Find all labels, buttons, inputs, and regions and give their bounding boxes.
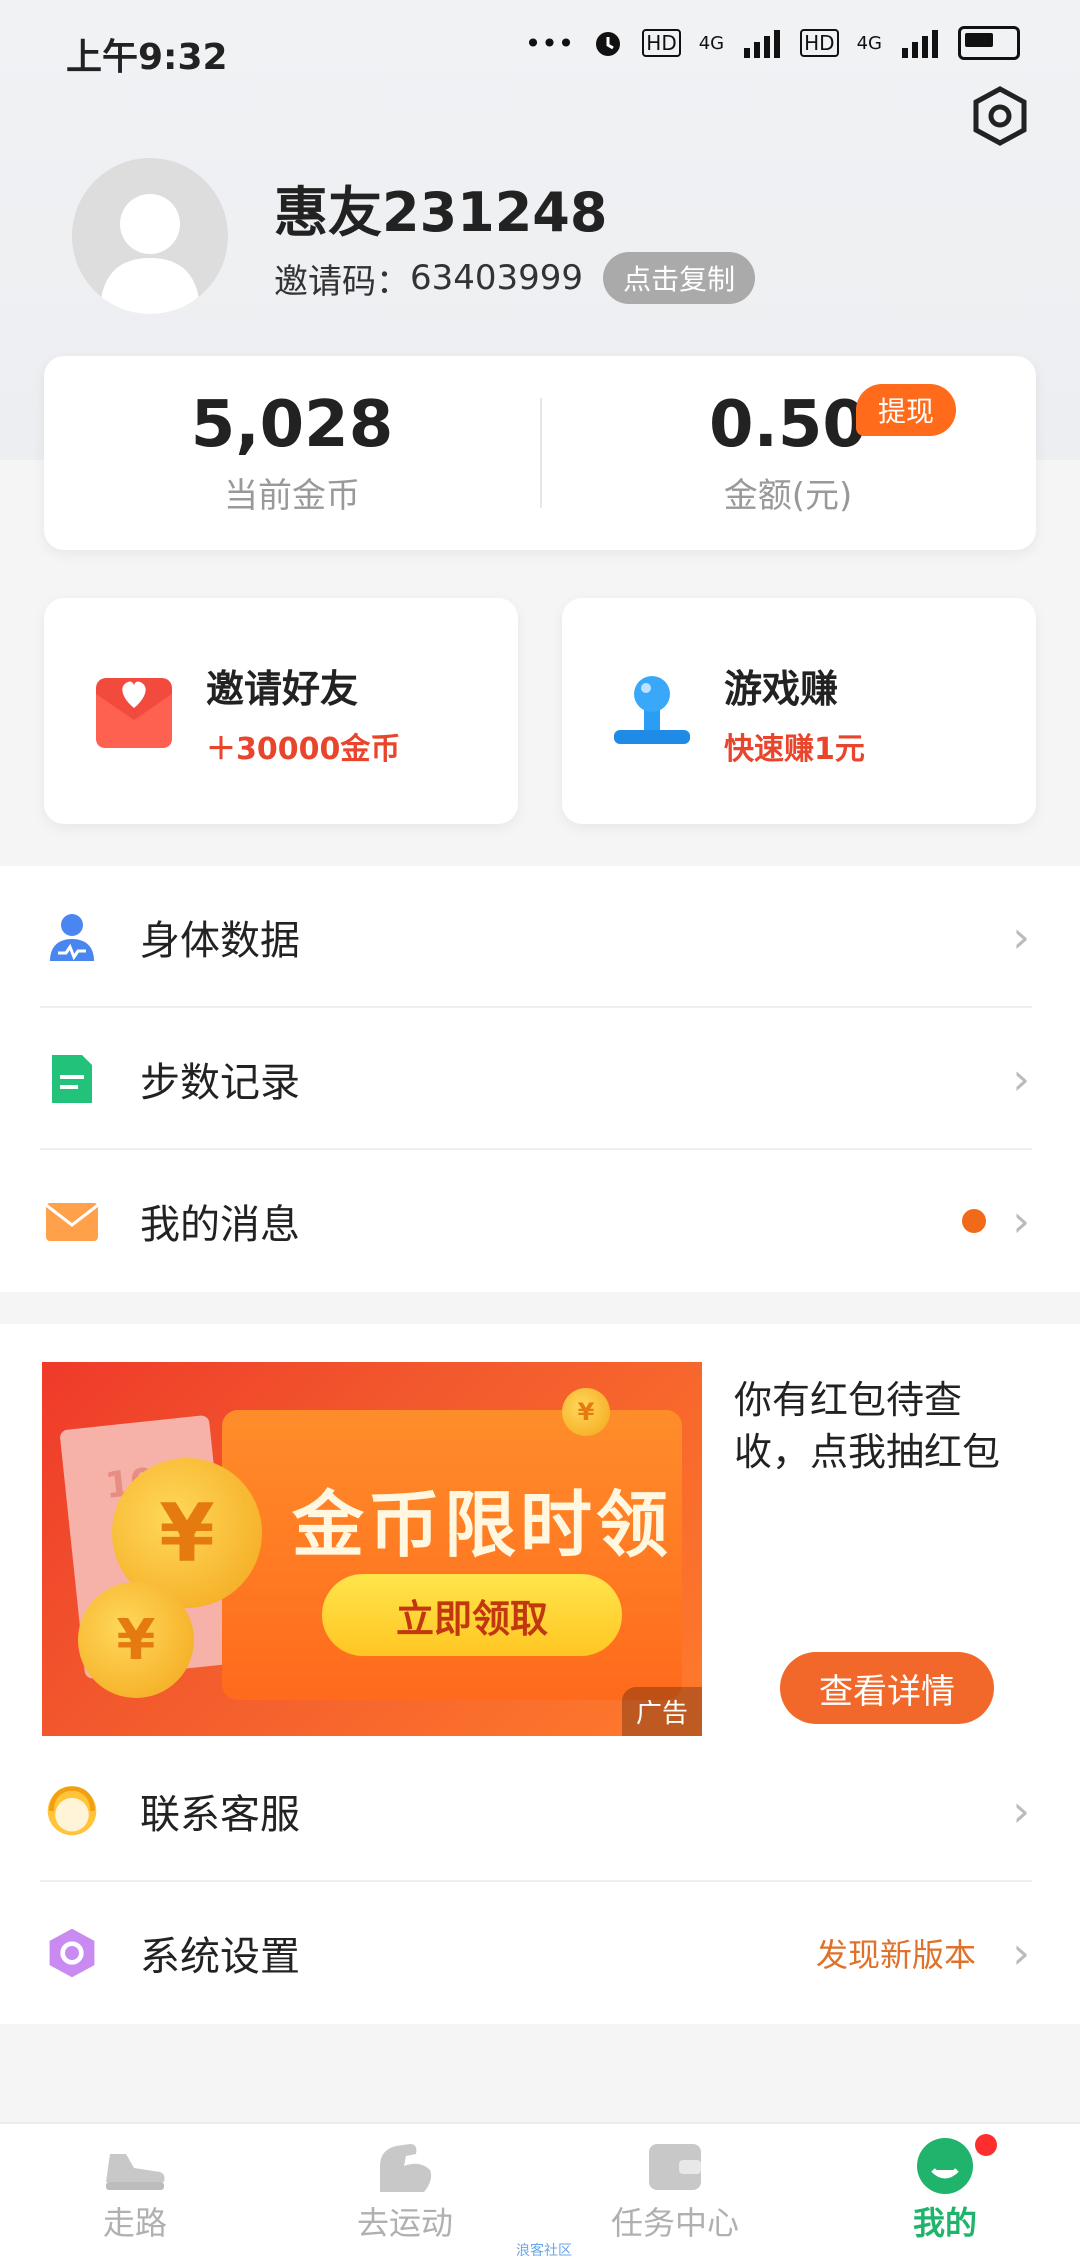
ad-text: 你有红包待查收，点我抽红包 <box>734 1378 1001 1474</box>
invite-code: 63403999 <box>410 258 584 298</box>
chevron-right-icon: › <box>1012 1195 1030 1247</box>
status-time: 上午9:32 <box>66 37 228 78</box>
balance-card: 5,028 当前金币 0.50 金额(元) 提现 <box>44 356 1036 550</box>
game-earn-card[interactable]: 游戏赚 快速赚1元 <box>562 598 1036 824</box>
ad-banner-title: 金币限时领 <box>292 1483 673 1567</box>
view-details-button[interactable]: 查看详情 <box>780 1652 994 1724</box>
body-data-icon <box>44 909 100 965</box>
system-settings-icon <box>44 1925 100 1981</box>
mail-icon <box>44 1193 100 1249</box>
invite-friends-reward: ＋30000金币 <box>206 732 401 767</box>
menu-list-top: 身体数据 › 步数记录 › 我的消息 › <box>0 866 1080 1292</box>
chevron-right-icon: › <box>1012 1927 1030 1979</box>
menu-item-customer-service[interactable]: 联系客服 › <box>0 1740 1080 1882</box>
nav-label-task-center: 任务中心 <box>610 2204 739 2242</box>
nav-walk[interactable]: 走路 <box>0 2136 270 2244</box>
avatar[interactable] <box>72 158 228 314</box>
ad-claim-button[interactable]: 立即领取 <box>322 1574 622 1656</box>
nav-exercise[interactable]: 去运动 <box>270 2136 540 2244</box>
invite-friends-card[interactable]: 邀请好友 ＋30000金币 <box>44 598 518 824</box>
invite-friends-title: 邀请好友 <box>206 667 359 711</box>
coins-value: 5,028 <box>190 388 394 462</box>
network-4g: 4G <box>698 32 725 54</box>
signal-icon <box>744 30 781 58</box>
withdraw-button[interactable]: 提现 <box>856 384 957 436</box>
menu-list-bottom: 联系客服 › 系统设置 发现新版本 › <box>0 1740 1080 2024</box>
menu-label-customer-service: 联系客服 <box>140 1792 300 1838</box>
document-icon <box>44 1051 100 1107</box>
nav-label-mine: 我的 <box>912 2204 977 2242</box>
amount-label: 金额(元) <box>723 476 853 516</box>
profile-face-icon <box>910 2136 980 2196</box>
nav-task-center[interactable]: 任务中心 <box>540 2136 810 2244</box>
joystick-icon <box>606 664 698 756</box>
nav-label-walk: 走路 <box>102 2204 167 2242</box>
red-envelope-heart-icon <box>88 664 180 756</box>
nav-label-exercise: 去运动 <box>356 2204 453 2242</box>
alarm-icon <box>596 32 621 56</box>
coins-section[interactable]: 5,028 当前金币 <box>44 388 540 517</box>
ad-tag: 广告 <box>621 1687 702 1736</box>
game-earn-title: 游戏赚 <box>724 667 839 711</box>
new-version-notice: 发现新版本 <box>815 1936 976 1974</box>
menu-label-system-settings: 系统设置 <box>140 1934 300 1980</box>
chevron-right-icon: › <box>1012 911 1030 963</box>
hexagon-settings-icon[interactable] <box>968 84 1032 148</box>
sneaker-icon <box>100 2136 170 2196</box>
amount-value: 0.50 <box>709 388 867 462</box>
chevron-right-icon: › <box>1012 1785 1030 1837</box>
status-indicators: ••• HD 4G HD 4G <box>525 26 1020 60</box>
hd-badge: HD <box>642 29 681 57</box>
coin-icon: ¥ <box>562 1388 610 1436</box>
notification-dot <box>975 2134 997 2156</box>
menu-item-step-records[interactable]: 步数记录 › <box>0 1008 1080 1150</box>
menu-item-system-settings[interactable]: 系统设置 发现新版本 › <box>0 1882 1080 2024</box>
invite-row: 邀请码： 63403999 点击复制 <box>274 252 756 304</box>
menu-label-step-records: 步数记录 <box>140 1060 300 1106</box>
muscle-arm-icon <box>370 2136 440 2196</box>
coin-icon: ¥ <box>78 1582 194 1698</box>
customer-service-icon <box>44 1783 100 1839</box>
signal-icon-2 <box>902 30 938 58</box>
amount-section[interactable]: 0.50 金额(元) <box>540 388 1036 517</box>
ad-banner[interactable]: 100 ¥ ¥ ¥ 金币限时领 立即领取 广告 <box>42 1362 702 1736</box>
game-earn-subtitle: 快速赚1元 <box>724 732 865 767</box>
coins-label: 当前金币 <box>224 476 360 516</box>
chevron-right-icon: › <box>1012 1053 1030 1105</box>
menu-label-messages: 我的消息 <box>140 1202 300 1248</box>
network-4g-2: 4G <box>856 32 882 54</box>
wallet-icon <box>640 2136 710 2196</box>
menu-label-body-data: 身体数据 <box>140 918 300 964</box>
invite-label: 邀请码： <box>274 261 410 302</box>
more-dots-icon: ••• <box>524 26 575 60</box>
unread-dot <box>962 1209 986 1233</box>
hd-badge-2: HD <box>800 29 839 57</box>
nav-mine[interactable]: 我的 <box>810 2134 1080 2244</box>
battery-icon <box>958 26 1020 60</box>
menu-item-messages[interactable]: 我的消息 › <box>0 1150 1080 1292</box>
username: 惠友231248 <box>274 181 608 244</box>
ad-section: 100 ¥ ¥ ¥ 金币限时领 立即领取 广告 你有红包待查收，点我抽红包 查看… <box>0 1324 1080 1740</box>
watermark: 浪客社区 <box>516 2243 572 2259</box>
menu-item-body-data[interactable]: 身体数据 › <box>0 866 1080 1008</box>
copy-invite-button[interactable]: 点击复制 <box>603 252 756 304</box>
